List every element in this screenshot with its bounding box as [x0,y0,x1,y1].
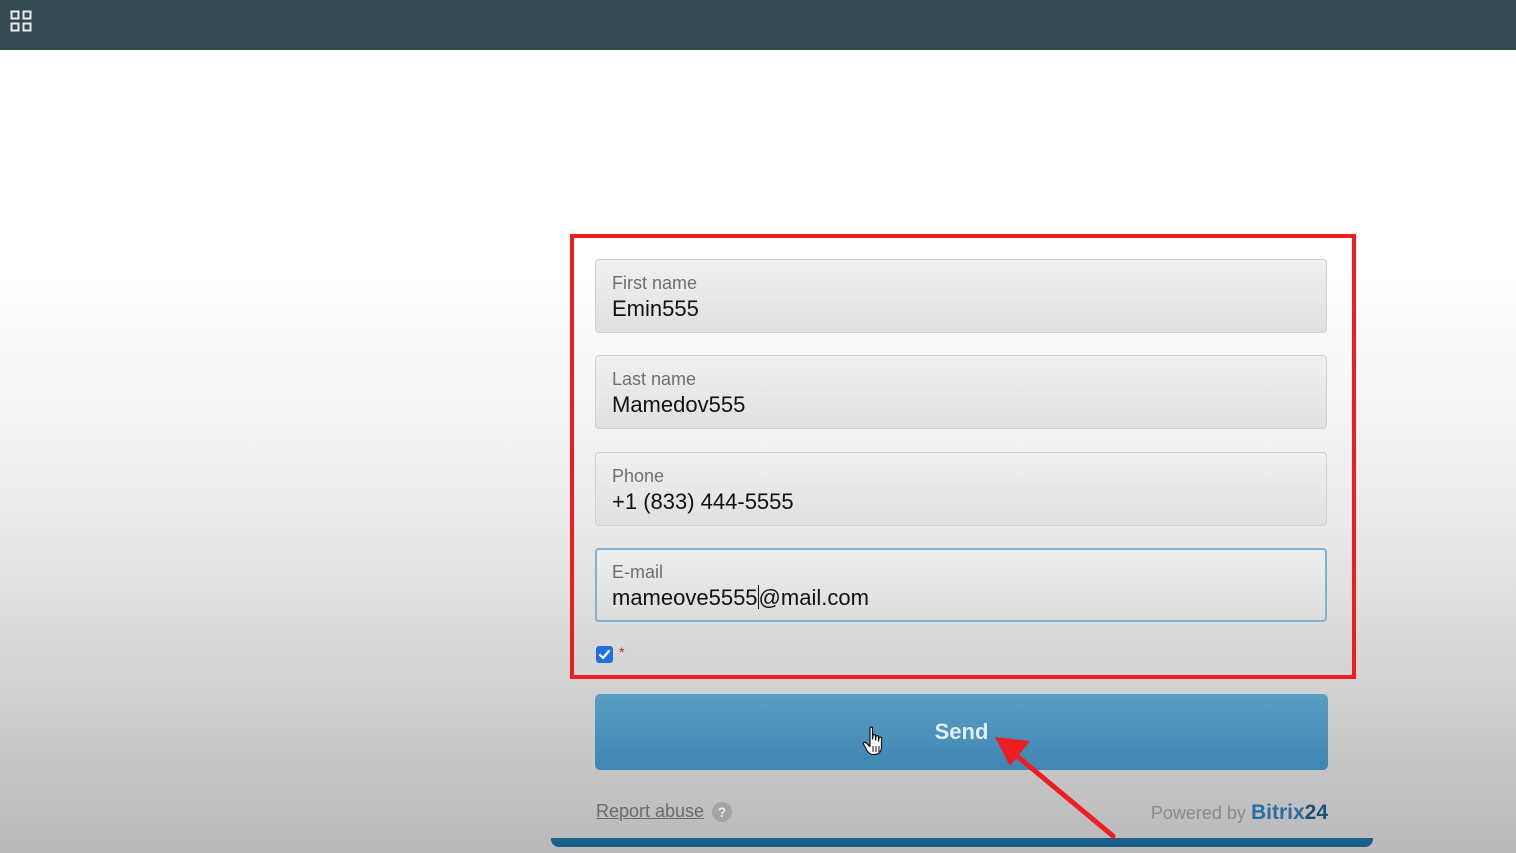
first-name-field[interactable]: First name Emin555 [595,259,1327,333]
form-bottom-accent-bar [551,838,1373,847]
first-name-value[interactable]: Emin555 [612,296,699,322]
hand-cursor-icon [862,726,883,756]
phone-label: Phone [612,466,665,486]
report-abuse-link[interactable]: Report abuse [596,801,704,822]
bitrix-brand-name: Bitrix [1250,801,1305,824]
required-asterisk: * [619,644,625,660]
red-arrow-icon [995,737,1116,839]
powered-by-text: Powered by [1150,803,1246,823]
phone-value[interactable]: +1 (833) 444-5555 [612,489,794,515]
bitrix-brand-number: 24 [1304,801,1328,824]
last-name-value[interactable]: Mamedov555 [612,392,745,418]
powered-by-bitrix24[interactable]: Powered by Bitrix24 [1151,801,1328,825]
grid-icon[interactable] [10,10,32,32]
first-name-label: First name [612,273,698,293]
email-value-before-caret: mameove5555 [612,585,758,610]
phone-field[interactable]: Phone +1 (833) 444-5555 [595,452,1327,526]
consent-checkbox[interactable] [596,646,613,663]
last-name-field[interactable]: Last name Mamedov555 [595,355,1327,429]
send-button[interactable]: Send [595,694,1328,770]
last-name-label: Last name [612,369,697,389]
question-mark-icon[interactable]: ? [712,802,732,822]
checkmark-icon [598,649,611,660]
email-field[interactable]: E-mail mameove5555@mail.com [595,548,1327,622]
email-label: E-mail [612,562,664,582]
top-bar [0,0,1516,50]
email-value-after-caret: @mail.com [758,585,869,610]
email-value[interactable]: mameove5555@mail.com [612,585,869,611]
